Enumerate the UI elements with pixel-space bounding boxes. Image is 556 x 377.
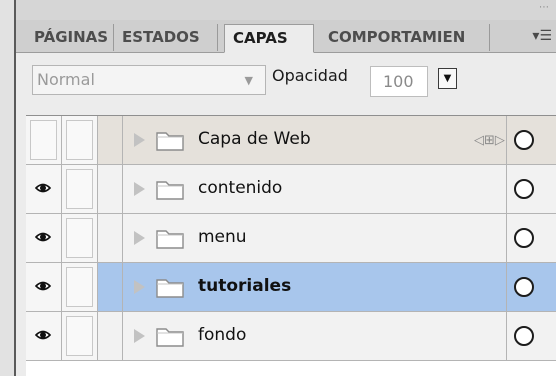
divider [506,165,507,213]
layer-row-contenido[interactable]: contenido [26,165,556,214]
tab-capas[interactable]: CAPAS [224,24,314,53]
layer-row-fondo[interactable]: fondo [26,312,556,361]
divider [122,312,123,360]
visibility-toggle[interactable] [26,165,62,213]
left-edge [0,0,16,376]
tab-comportamientos[interactable]: COMPORTAMIEN [320,24,490,51]
blend-mode-select[interactable]: Normal ▼ [32,65,266,95]
visibility-toggle[interactable] [26,263,62,311]
expand-triangle-icon[interactable] [134,231,145,245]
eye-icon [35,281,51,291]
visibility-toggle[interactable] [26,214,62,262]
layer-row-tutoriales[interactable]: tutoriales [26,263,556,312]
layer-target-radio[interactable] [514,130,534,150]
lock-box [66,218,93,258]
divider [506,312,507,360]
eye-icon [35,232,51,242]
lock-toggle[interactable] [62,263,98,311]
lock-toggle[interactable] [62,116,98,164]
tab-estados[interactable]: ESTADOS [114,24,218,51]
folder-icon [156,181,184,200]
divider [122,116,123,164]
divider [122,263,123,311]
divider [506,116,507,164]
layer-name: menu [198,227,247,247]
lock-toggle[interactable] [62,165,98,213]
tab-paginas[interactable]: PÁGINAS [26,24,114,51]
folder-icon [156,279,184,298]
divider [506,263,507,311]
opacity-label: Opacidad [272,66,348,85]
panel-menu-icon[interactable]: ▾☰ [532,28,552,44]
expand-triangle-icon[interactable] [134,133,145,147]
opacity-input[interactable]: 100 [370,66,428,97]
layer-name: tutoriales [198,276,292,296]
eye-icon [35,330,51,340]
lock-toggle[interactable] [62,312,98,360]
expand-triangle-icon[interactable] [134,280,145,294]
blend-mode-value: Normal [37,70,95,89]
web-layer-handle-icon: ◁⊞▷ [474,133,505,148]
divider [506,214,507,262]
opacity-dropdown-button[interactable]: ▼ [438,68,457,89]
layer-name: Capa de Web [198,129,311,149]
lock-box [66,169,93,209]
chevron-down-icon: ▼ [244,74,253,87]
visibility-box [30,120,57,160]
visibility-toggle[interactable] [26,116,62,164]
grip-icon[interactable]: ⋯ [539,2,550,13]
layer-target-radio[interactable] [514,277,534,297]
window-frame-top: ⋯ [0,0,556,21]
layer-target-radio[interactable] [514,326,534,346]
divider [122,214,123,262]
expand-triangle-icon[interactable] [134,182,145,196]
folder-icon [156,328,184,347]
layer-row-menu[interactable]: menu [26,214,556,263]
layer-name: contenido [198,178,283,198]
layer-name: fondo [198,325,247,345]
lock-box [66,316,93,356]
folder-icon [156,132,184,151]
visibility-toggle[interactable] [26,312,62,360]
lock-box [66,120,93,160]
layer-target-radio[interactable] [514,179,534,199]
layer-row-capa-de-web[interactable]: Capa de Web ◁⊞▷ [26,116,556,165]
eye-icon [35,183,51,193]
layers-toolbar: Normal ▼ Opacidad 100 ▼ [16,53,556,105]
panel-tabs: PÁGINAS ESTADOS CAPAS COMPORTAMIEN ▾☰ [16,20,556,53]
lock-box [66,267,93,307]
layers-panel: PÁGINAS ESTADOS CAPAS COMPORTAMIEN ▾☰ No… [16,20,556,377]
folder-icon [156,230,184,249]
layers-list: Capa de Web ◁⊞▷ contenido menu tutoriale… [26,115,556,377]
expand-triangle-icon[interactable] [134,329,145,343]
layer-target-radio[interactable] [514,228,534,248]
divider [122,165,123,213]
lock-toggle[interactable] [62,214,98,262]
